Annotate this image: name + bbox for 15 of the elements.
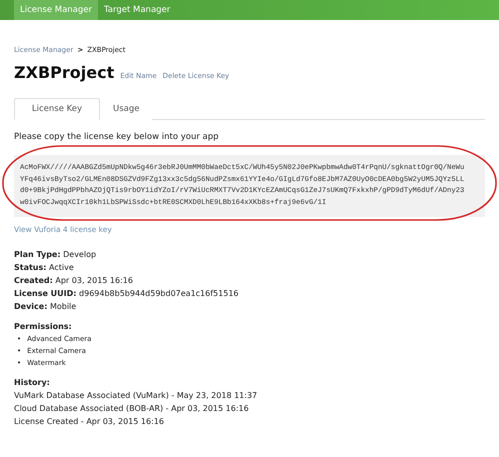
detail-line: Status: Active [14, 262, 75, 274]
detail-line: Device: Mobile [14, 301, 78, 313]
instruction-text: Please copy the license key below into your app [14, 132, 220, 142]
permissions-heading: Permissions: [14, 321, 73, 333]
history-heading: History: [14, 377, 51, 389]
history-entry: VuMark Database Associated (VuMark) - May 23, 2018 11:37 [14, 390, 258, 402]
nav-tab[interactable]: Target Manager [98, 0, 176, 20]
project-title: ZXBProject [14, 63, 114, 82]
detail-line: Created: Apr 03, 2015 16:16 [14, 275, 134, 287]
history-entry: Cloud Database Associated (BOB-AR) - Apr 03, 2015 16:16 [14, 403, 250, 415]
detail-line: Plan Type: Develop [14, 249, 98, 261]
nav-tab[interactable]: License Manager [14, 0, 98, 20]
tab[interactable]: License Key [14, 98, 100, 120]
history-entry: License Created - Apr 03, 2015 16:16 [14, 416, 165, 428]
detail-line: License UUID: d9694b8b5b944d59bd07ea1c16f51516 [14, 288, 240, 300]
